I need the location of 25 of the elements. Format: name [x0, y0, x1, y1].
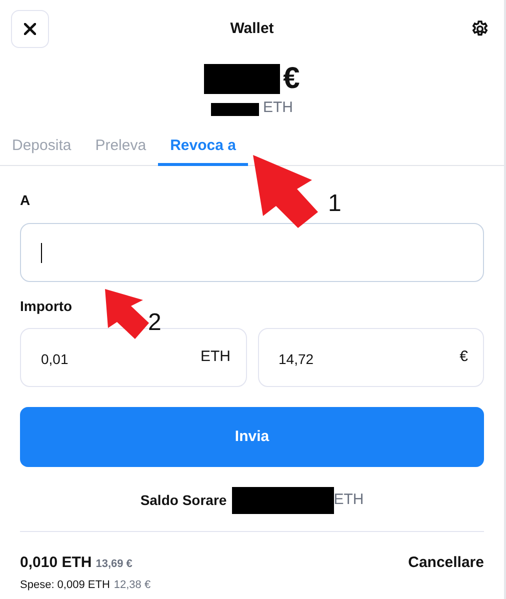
balance-currency: €	[283, 64, 300, 94]
text-cursor	[41, 242, 42, 262]
cancel-link[interactable]: Cancellare	[408, 552, 484, 574]
field-label: A	[20, 191, 30, 210]
balance-label: Saldo Sorare	[140, 491, 227, 510]
close-icon	[24, 23, 36, 35]
annotation-number: 1	[328, 192, 342, 216]
tab[interactable]: Revoca a	[158, 130, 248, 166]
balance-eth-unit: ETH	[263, 98, 293, 118]
eur-amount-field[interactable]: 14,72 €	[258, 328, 484, 387]
tab[interactable]: Preleva	[83, 130, 158, 166]
redaction-bar	[211, 103, 259, 116]
address-field[interactable]	[20, 223, 484, 282]
arrow-annotation	[105, 289, 149, 339]
tab[interactable]: Deposita	[0, 130, 84, 166]
fees-text: Spese: 0,009 ETH	[20, 578, 110, 592]
settings-icon[interactable]	[471, 20, 489, 38]
total-amount: 0,010 ETH	[20, 553, 92, 573]
balance-unit: ETH	[334, 490, 364, 510]
close-button[interactable]	[11, 10, 49, 48]
window-title: Wallet	[230, 18, 274, 39]
field-label: Importo	[20, 297, 72, 316]
send-button[interactable]: Invia	[20, 407, 484, 467]
fees-fiat: 12,38 €	[114, 578, 151, 592]
total-fiat: 13,69 €	[96, 557, 132, 572]
